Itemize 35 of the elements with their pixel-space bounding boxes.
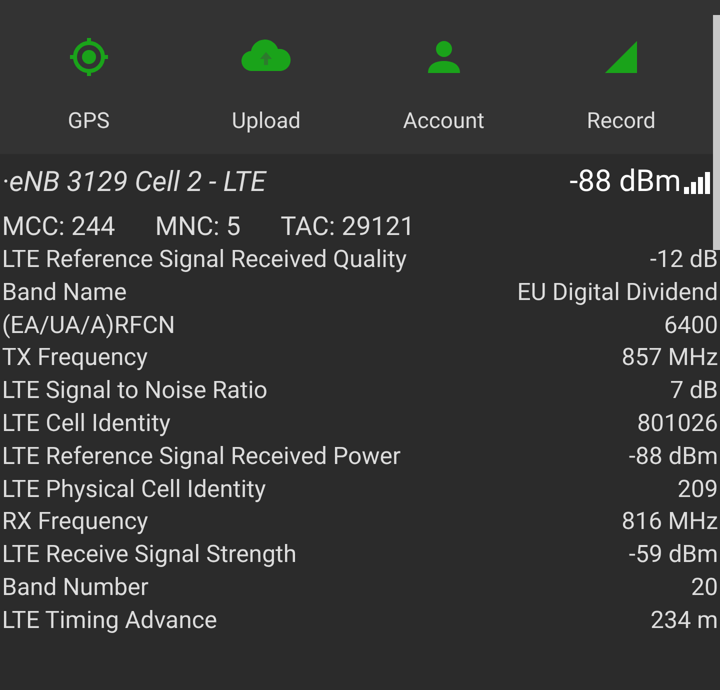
toolbar-button[interactable]: Account [355,32,532,136]
toolbar-button[interactable]: Record [532,32,710,136]
field-value: 801026 [637,408,718,439]
field-label: LTE Timing Advance [2,604,218,636]
field-value: 816 MHz [622,506,718,538]
signal-reading: -88 dBm [570,164,681,200]
cell-code: MCC: 244 [2,211,116,244]
field-label: LTE Cell Identity [2,408,171,439]
field-value: 857 MHz [622,342,718,374]
field-value: 6400 [664,310,718,341]
cell-code: TAC: 29121 [280,211,415,244]
field-label: Band Name [2,276,127,308]
field-label: LTE Reference Signal Received Quality [2,244,407,275]
field-label: LTE Receive Signal Strength [2,539,297,570]
field-label: (EA/UA/A)RFCN [2,310,176,341]
field-label: LTE Reference Signal Received Power [2,440,401,472]
field-value: 20 [691,572,718,603]
field-label: RX Frequency [2,506,148,538]
cell-title: ·eNB 3129 Cell 2 - LTE [1,164,266,200]
field-label: LTE Signal to Noise Ratio [2,375,268,406]
field-value: -12 dB [650,244,718,275]
field-label: LTE Physical Cell Identity [2,474,266,505]
field-value: 7 dB [670,375,718,406]
scrollbar[interactable] [713,15,720,250]
signal-bars-icon [684,172,712,194]
toolbar-button[interactable]: Upload [178,32,355,136]
field-value: -88 dBm [628,440,718,472]
toolbar-button[interactable]: GPS [0,32,178,136]
field-value: 234 m [650,604,718,636]
field-value: -59 dBm [628,539,718,570]
field-value: EU Digital Dividend [517,276,718,308]
cell-code: MNC: 5 [155,211,241,244]
field-value: 209 [678,474,718,505]
field-label: Band Number [2,572,148,603]
field-label: TX Frequency [2,342,148,374]
